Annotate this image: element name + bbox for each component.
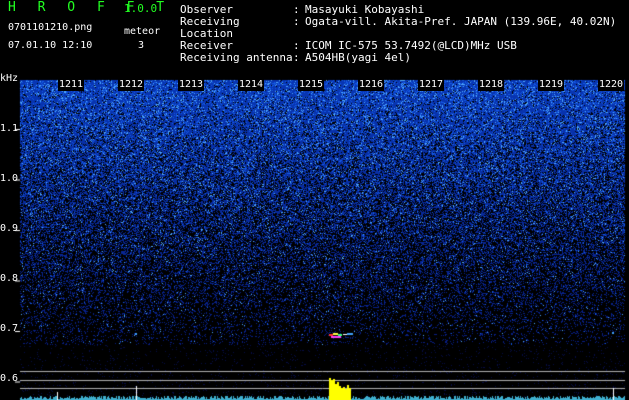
x-tick-label: 1216 [358,79,385,91]
meta-colon: : [293,15,300,28]
meta-colon: : [293,51,300,64]
y-axis-unit: kHz [0,73,19,84]
station-metadata: Observer : Masayuki Kobayashi Receiving … [180,4,616,64]
x-tick-label: 1213 [178,79,205,91]
x-tick-label: 1215 [298,79,325,91]
file-name: 0701101210.png [8,22,93,33]
app-version: 1.0.0 [124,2,158,15]
x-tick-label: 1212 [118,79,145,91]
meteor-count: 3 [138,40,145,51]
x-tick-label: 1219 [538,79,565,91]
file-datetime: 07.01.10 12:10 [8,40,93,51]
x-tick-label: 1217 [418,79,445,91]
meta-row-antenna: Receiving antenna : A504HB(yagi 4el) [180,52,616,64]
meteor-label: meteor [124,26,161,37]
y-tick-label: 0.9 [0,223,19,234]
y-tick-label: 0.6 [0,373,19,384]
y-tick-label: 0.8 [0,273,19,284]
x-tick-label: 1220 [598,79,625,91]
meta-key: Receiving Location [180,15,240,40]
y-tick-label: 1.0 [0,173,19,184]
y-tick-label: 1.1 [0,123,19,134]
y-tick-label: 0.7 [0,323,19,334]
meta-row-location: Receiving Location : Ogata-vill. Akita-P… [180,16,616,40]
meta-key: Receiving antenna [180,51,293,64]
x-tick-label: 1218 [478,79,505,91]
meta-value: A504HB(yagi 4el) [305,51,411,64]
x-tick-label: 1214 [238,79,265,91]
x-tick-label: 1211 [58,79,85,91]
meta-value: Ogata-vill. Akita-Pref. JAPAN (139.96E, … [305,15,617,28]
